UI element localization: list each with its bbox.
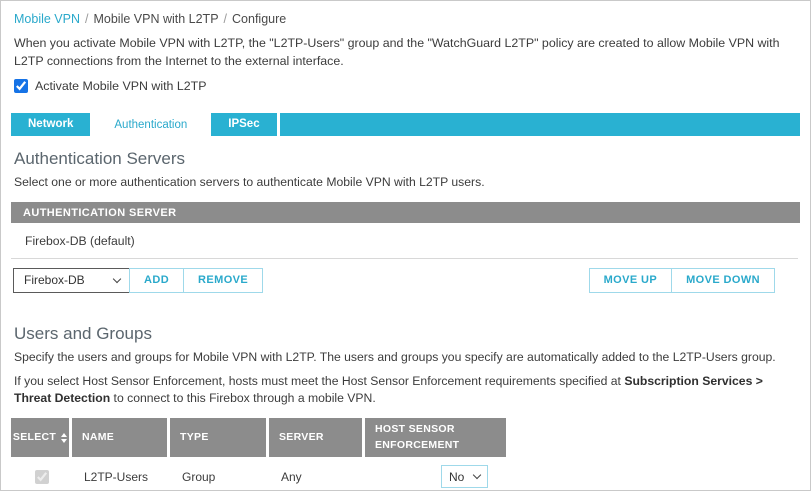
table-row: L2TP-Users Group Any No bbox=[11, 457, 508, 491]
tab-bar-filler bbox=[280, 113, 800, 136]
users-groups-table-header-row: SELECT NAME TYPE SERVER HOST SENSOR ENFO… bbox=[11, 418, 508, 458]
auth-server-controls: Firebox-DB ADD REMOVE MOVE UP MOVE DOWN bbox=[13, 268, 775, 293]
activate-l2tp-checkbox[interactable] bbox=[14, 79, 28, 93]
move-down-button[interactable]: MOVE DOWN bbox=[671, 268, 775, 293]
row-select-cell bbox=[11, 470, 72, 484]
host-sensor-text-prefix: If you select Host Sensor Enforcement, h… bbox=[14, 374, 624, 388]
breadcrumb-item-configure: Configure bbox=[232, 12, 286, 26]
row-type-cell: Group bbox=[170, 470, 269, 484]
activate-l2tp-label: Activate Mobile VPN with L2TP bbox=[35, 79, 206, 93]
row-name-cell: L2TP-Users bbox=[72, 470, 170, 484]
users-groups-title: Users and Groups bbox=[14, 324, 797, 344]
auth-server-select-value: Firebox-DB bbox=[24, 273, 85, 287]
breadcrumb-separator: / bbox=[224, 12, 227, 26]
activate-l2tp-row[interactable]: Activate Mobile VPN with L2TP bbox=[14, 79, 797, 93]
authentication-servers-description: Select one or more authentication server… bbox=[14, 174, 800, 192]
auth-server-table-divider bbox=[11, 258, 798, 259]
column-header-host-sensor-enforcement: HOST SENSOR ENFORCEMENT bbox=[365, 418, 506, 458]
add-server-button[interactable]: ADD bbox=[129, 268, 184, 293]
host-sensor-text-suffix: to connect to this Firebox through a mob… bbox=[110, 391, 376, 405]
tab-bar: Network Authentication IPSec bbox=[11, 113, 800, 140]
column-header-select[interactable]: SELECT bbox=[11, 418, 69, 458]
column-header-server: SERVER bbox=[269, 418, 362, 458]
auth-server-table-header: AUTHENTICATION SERVER bbox=[11, 202, 800, 223]
row-host-sensor-cell: No bbox=[365, 465, 508, 488]
auth-server-select[interactable]: Firebox-DB bbox=[13, 268, 130, 293]
intro-description: When you activate Mobile VPN with L2TP, … bbox=[14, 35, 800, 70]
breadcrumb-link-mobile-vpn[interactable]: Mobile VPN bbox=[14, 12, 80, 26]
mobile-vpn-l2tp-configure-page: Mobile VPN / Mobile VPN with L2TP / Configur… bbox=[0, 0, 811, 491]
row-select-checkbox bbox=[35, 470, 49, 484]
breadcrumb-item-l2tp: Mobile VPN with L2TP bbox=[93, 12, 218, 26]
breadcrumb-separator: / bbox=[85, 12, 88, 26]
users-groups-description-2: If you select Host Sensor Enforcement, h… bbox=[14, 373, 800, 408]
users-groups-table: SELECT NAME TYPE SERVER HOST SENSOR ENFO… bbox=[11, 418, 508, 491]
chevron-down-icon bbox=[473, 471, 481, 479]
users-groups-description-1: Specify the users and groups for Mobile … bbox=[14, 349, 800, 367]
authentication-servers-title: Authentication Servers bbox=[14, 149, 797, 169]
tab-authentication[interactable]: Authentication bbox=[93, 113, 208, 140]
sort-icon bbox=[61, 433, 67, 443]
breadcrumb: Mobile VPN / Mobile VPN with L2TP / Configur… bbox=[1, 1, 810, 26]
auth-server-row[interactable]: Firebox-DB (default) bbox=[1, 223, 810, 258]
column-header-name: NAME bbox=[72, 418, 167, 458]
host-sensor-enforcement-select[interactable]: No bbox=[441, 465, 488, 488]
tab-ipsec[interactable]: IPSec bbox=[211, 113, 276, 136]
move-up-button[interactable]: MOVE UP bbox=[589, 268, 673, 293]
tab-network[interactable]: Network bbox=[11, 113, 90, 136]
row-server-cell: Any bbox=[269, 470, 365, 484]
chevron-down-icon bbox=[113, 275, 121, 283]
column-header-type: TYPE bbox=[170, 418, 266, 458]
remove-server-button[interactable]: REMOVE bbox=[183, 268, 263, 293]
